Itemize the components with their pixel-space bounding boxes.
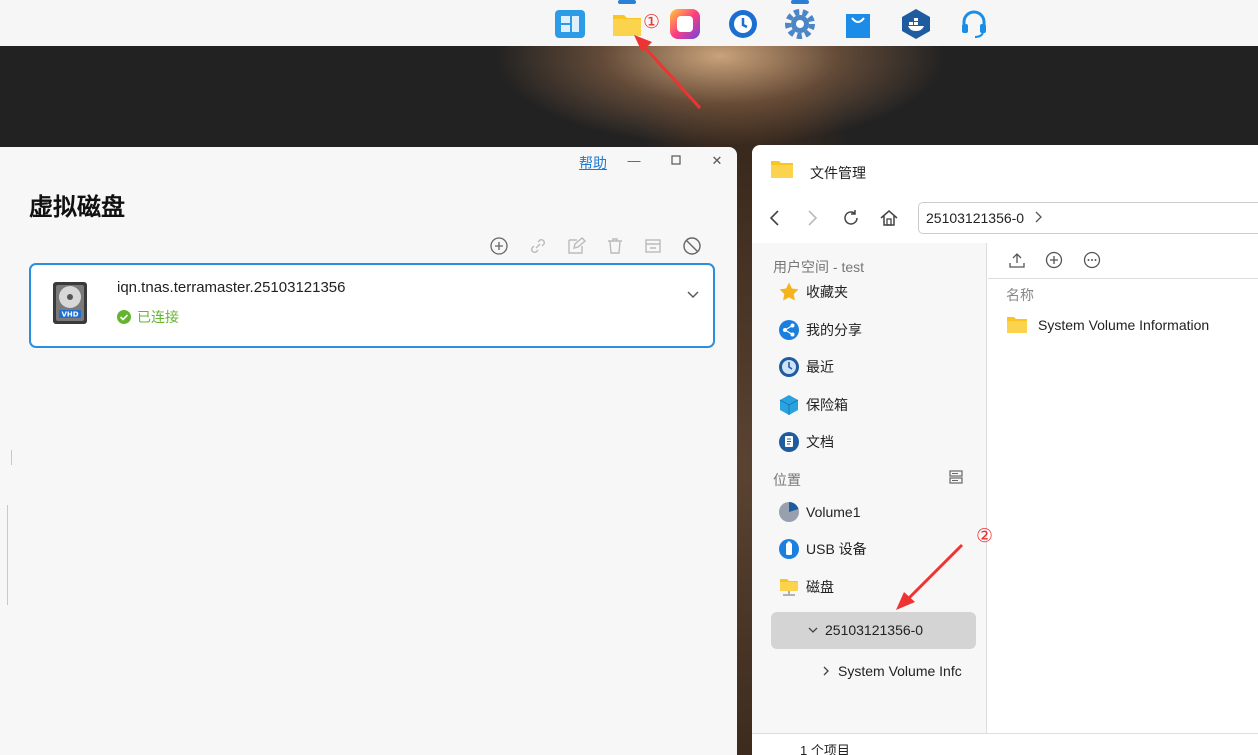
sidebar-item-my-share[interactable]: 我的分享 (778, 319, 862, 341)
selected-disk-row[interactable]: 25103121356-0 (807, 619, 923, 641)
file-row[interactable]: System Volume Information (1006, 316, 1209, 334)
left-edge-mark-2 (7, 505, 8, 605)
tree-child-label: System Volume Infc (838, 663, 962, 679)
status-text: 已连接 (137, 309, 179, 325)
docker-icon[interactable] (900, 8, 932, 40)
sidebar-item-label: 我的分享 (806, 322, 862, 338)
disk-card[interactable]: VHD iqn.tnas.terramaster.25103121356 已连接 (29, 263, 715, 348)
new-folder-icon[interactable] (1045, 251, 1063, 272)
status-badge: 已连接 (117, 307, 179, 327)
block-icon[interactable] (682, 236, 702, 256)
add-icon[interactable] (489, 236, 509, 256)
left-edge-mark-1 (11, 450, 12, 465)
document-icon (779, 432, 799, 452)
settings-icon[interactable] (784, 8, 816, 40)
file-name: System Volume Information (1038, 317, 1210, 333)
sidebar-item-label: 文档 (806, 434, 834, 450)
help-link[interactable]: 帮助 (579, 153, 607, 173)
path-bar[interactable]: 25103121356-0 (918, 202, 1258, 234)
sidebar-item-favorites[interactable]: 收藏夹 (778, 281, 848, 303)
sidebar-item-label: USB 设备 (806, 541, 867, 557)
refresh-icon[interactable] (840, 207, 862, 229)
page-title: 虚拟磁盘 (29, 194, 125, 221)
user-space-header: 用户空间 - test (773, 259, 865, 275)
home-icon[interactable] (878, 207, 900, 229)
forward-icon[interactable] (801, 207, 823, 229)
store-icon[interactable] (842, 8, 874, 40)
path-segment[interactable]: 25103121356-0 (926, 210, 1024, 226)
sidebar-item-label: 25103121356-0 (825, 622, 924, 638)
share-icon (779, 320, 799, 340)
upload-icon[interactable] (1008, 251, 1026, 272)
more-icon[interactable] (1083, 251, 1101, 272)
disconnect-icon[interactable] (643, 236, 663, 256)
volume-pie-icon (779, 502, 799, 522)
back-icon[interactable] (764, 207, 786, 229)
folder-app-icon (770, 159, 794, 182)
check-circle-icon (117, 310, 131, 324)
column-divider (988, 278, 1258, 279)
sidebar-item-label: Volume1 (806, 504, 861, 520)
chevron-right-icon (823, 666, 829, 676)
usb-icon (779, 539, 799, 559)
folder-icon (1007, 317, 1027, 333)
sidebar-item-label: 收藏夹 (806, 284, 848, 300)
backup-icon[interactable] (727, 8, 759, 40)
chevron-down-icon[interactable] (685, 286, 701, 305)
maximize-button[interactable] (666, 151, 686, 171)
edit-icon[interactable] (566, 236, 587, 256)
chevron-right-icon (1034, 210, 1042, 226)
network-folder-icon (780, 579, 798, 596)
sidebar-item-disk[interactable]: 磁盘 (778, 576, 834, 598)
cube-icon (779, 395, 799, 415)
disk-name: iqn.tnas.terramaster.25103121356 (117, 279, 346, 296)
location-header: 位置 (773, 472, 801, 488)
annotation-arrow-2 (896, 543, 964, 610)
close-button[interactable]: ✕ (707, 151, 727, 171)
chevron-down-icon (808, 627, 818, 633)
vhd-label: VHD (61, 311, 78, 319)
item-count: 1 个项目 (800, 743, 850, 755)
sidebar-item-label: 磁盘 (806, 579, 834, 595)
sidebar-item-safe-box[interactable]: 保险箱 (778, 394, 848, 416)
sidebar-item-label: 保险箱 (806, 397, 848, 413)
sidebar: 用户空间 - test 收藏夹 我的分享 最近 保险箱 文档 位置 Volume… (752, 243, 991, 755)
active-app-indicator-2 (791, 0, 809, 4)
minimize-button[interactable]: — (624, 151, 644, 171)
sidebar-item-volume1[interactable]: Volume1 (778, 501, 860, 523)
sidebar-item-label: 最近 (806, 359, 834, 375)
annotation-arrow-1 (634, 35, 702, 110)
sidebar-item-usb[interactable]: USB 设备 (778, 538, 867, 560)
support-icon[interactable] (958, 8, 990, 40)
file-manager-window: 文件管理 25103121356-0 用户空间 - test 收藏夹 我的分享 … (752, 145, 1258, 755)
vhd-disk-icon: VHD (52, 281, 88, 328)
storage-list-icon[interactable] (948, 469, 964, 488)
column-header-name[interactable]: 名称 (1006, 285, 1034, 305)
sidebar-item-recent[interactable]: 最近 (778, 356, 834, 378)
control-panel-icon[interactable] (554, 8, 586, 40)
link-icon[interactable] (528, 236, 548, 256)
tree-child-folder[interactable]: System Volume Infc (820, 660, 970, 682)
status-bar: 1 个项目 (752, 733, 1258, 755)
star-icon (779, 282, 799, 301)
file-list-pane: 名称 System Volume Information (988, 243, 1258, 755)
sidebar-item-documents[interactable]: 文档 (778, 431, 834, 453)
virtual-disk-window: 帮助 — ✕ 虚拟磁盘 VHD iqn.tnas.terramaster.251… (0, 147, 737, 755)
window-title: 文件管理 (810, 165, 866, 181)
clock-icon (779, 357, 799, 377)
active-app-indicator (618, 0, 636, 4)
annotation-2: ② (976, 525, 994, 547)
delete-icon[interactable] (605, 236, 625, 256)
